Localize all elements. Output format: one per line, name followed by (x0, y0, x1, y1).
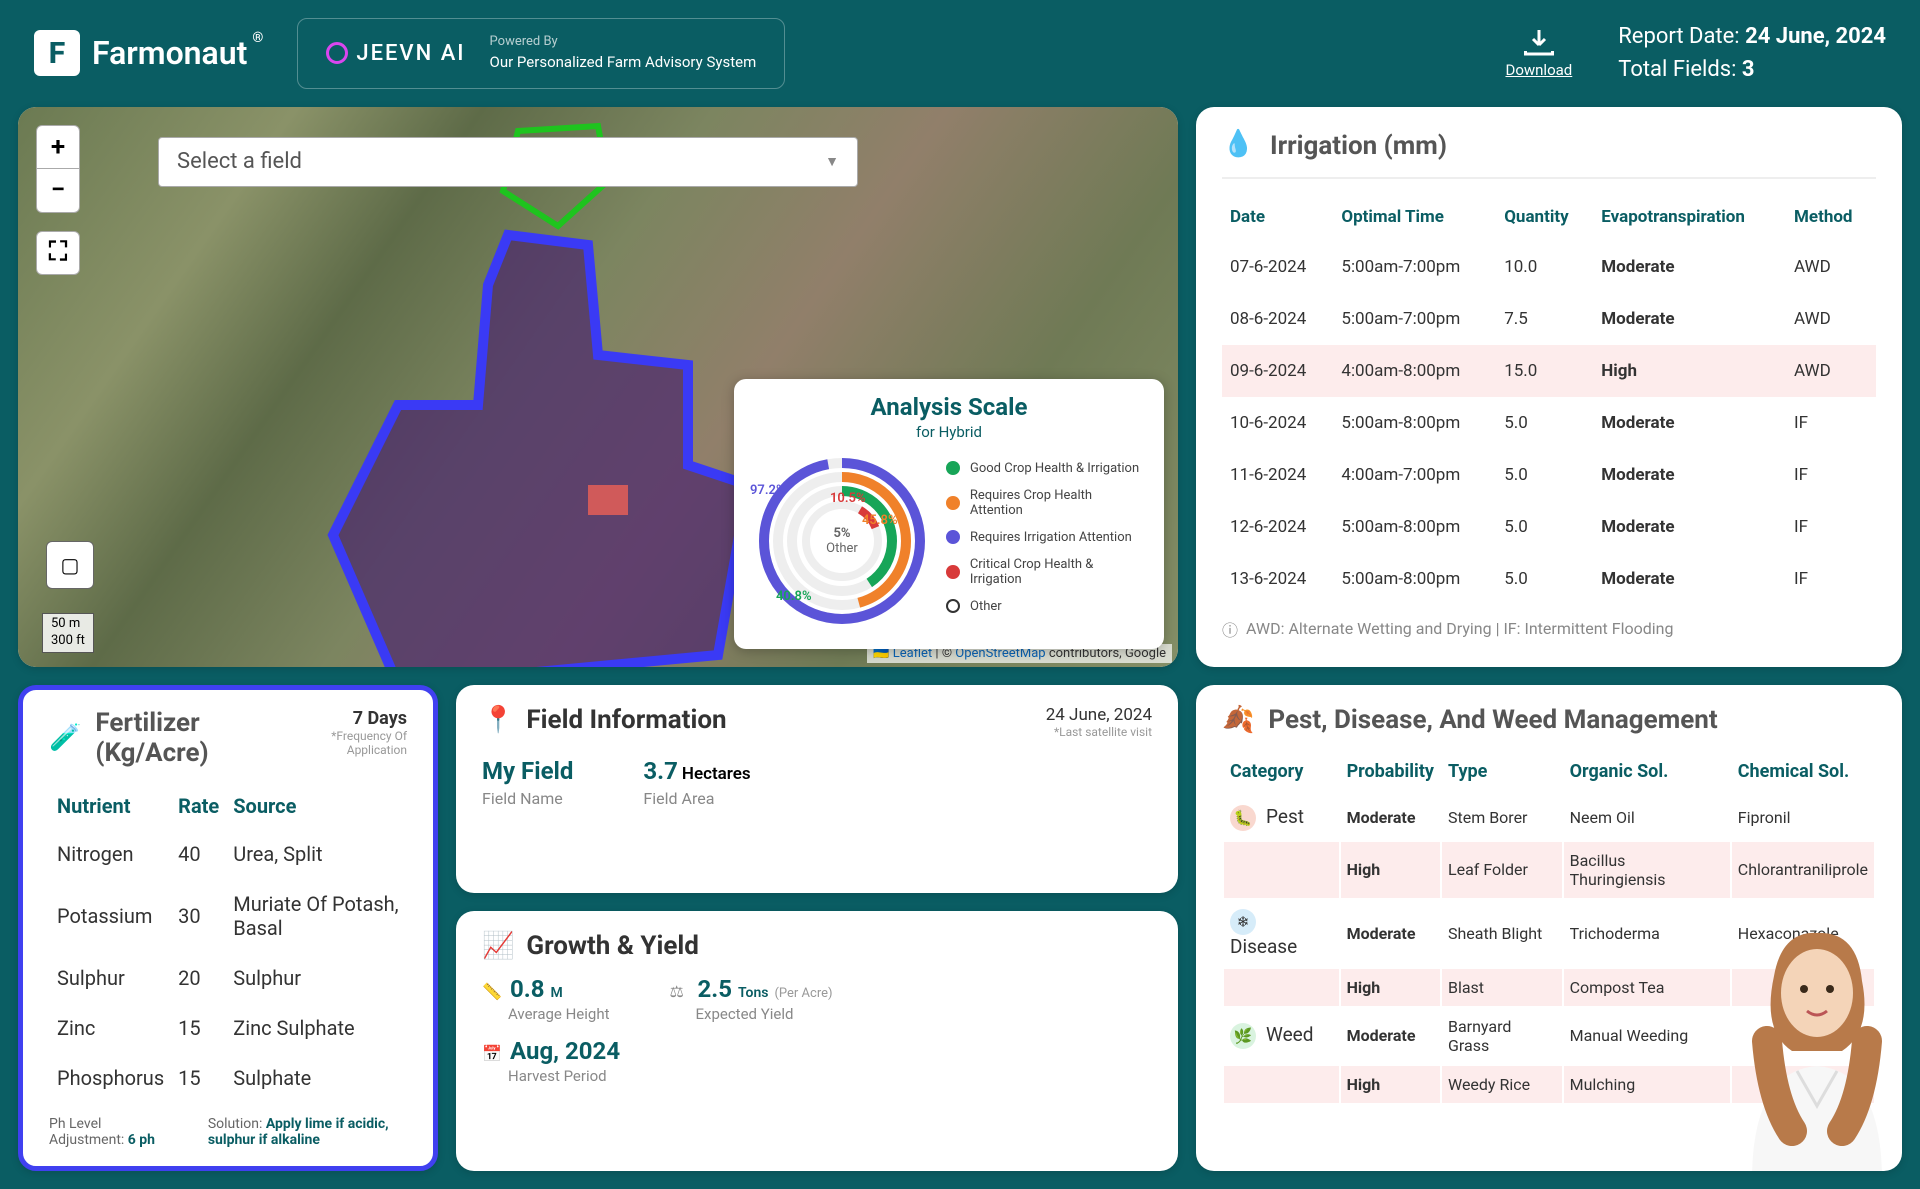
map-zoom-controls: + − ⛶ (36, 125, 80, 275)
table-row: 12-6-20245:00am-8:00pm5.0ModerateIF (1222, 501, 1876, 553)
legend-item: Good Crop Health & Irrigation (946, 461, 1146, 476)
map-panel[interactable]: + − ⛶ Select a field ▼ ▢ 50 m300 ft 🇺🇦 L… (18, 107, 1178, 667)
analysis-donut-chart: 5%Other 97.2% 10.5% 45.8% 40.8% (752, 451, 932, 631)
analysis-scale-popup: Analysis Scale for Hybrid 5%Other (734, 379, 1164, 649)
table-row: Potassium30Muriate Of Potash, Basal (51, 880, 405, 952)
analysis-title: Analysis Scale (752, 393, 1146, 421)
legend-item: Requires Crop Health Attention (946, 488, 1146, 518)
info-icon: ⓘ (1222, 617, 1238, 641)
analysis-subtitle: for Hybrid (752, 423, 1146, 441)
measure-tool-button[interactable]: ▢ (46, 541, 94, 589)
download-icon (1521, 27, 1557, 57)
field-polygon-primary[interactable] (308, 225, 768, 667)
zoom-in-button[interactable]: + (36, 125, 80, 169)
zoom-out-button[interactable]: − (36, 169, 80, 213)
field-information-panel: 📍Field Information 24 June, 2024*Last sa… (456, 685, 1178, 894)
location-pin-icon: 📍 (482, 705, 514, 735)
leaf-icon: 🍂 (1222, 705, 1254, 735)
brand-name: Farmonaut® (92, 34, 247, 72)
report-meta: Report Date: 24 June, 2024 Total Fields:… (1618, 20, 1886, 86)
jeevn-dot-icon (326, 42, 348, 64)
fertilizer-table: NutrientRateSource Nitrogen40Urea, Split… (49, 782, 407, 1104)
irrigation-icon: 💧 (1222, 129, 1256, 163)
growth-icon: 📈 (482, 931, 514, 961)
irrigation-title: Irrigation (mm) (1270, 131, 1447, 161)
map-scale-bar: 50 m300 ft (42, 613, 94, 653)
irrigation-table: DateOptimal TimeQuantityEvapotranspirati… (1222, 193, 1876, 605)
download-label: Download (1505, 61, 1572, 79)
jeevn-badge: JEEVN AI Powered By Our Personalized Far… (297, 18, 785, 89)
app-header: F Farmonaut® JEEVN AI Powered By Our Per… (0, 0, 1920, 107)
assistant-avatar (1722, 921, 1902, 1171)
growth-yield-panel: 📈Growth & Yield 📏0.8MAverage Height ⚖2.5… (456, 911, 1178, 1171)
legend-item: Critical Crop Health & Irrigation (946, 557, 1146, 587)
table-row: 07-6-20245:00am-7:00pm10.0ModerateAWD (1222, 241, 1876, 293)
table-row: 09-6-20244:00am-8:00pm15.0HighAWD (1222, 345, 1876, 397)
fertilizer-panel: 🧪Fertilizer (Kg/Acre) 7 Days*Frequency O… (18, 685, 438, 1171)
download-button[interactable]: Download (1505, 27, 1572, 79)
powered-by-text: Our Personalized Farm Advisory System (490, 52, 757, 74)
table-row: 10-6-20245:00am-8:00pm5.0ModerateIF (1222, 397, 1876, 449)
jeevn-logo: JEEVN AI (326, 41, 465, 66)
table-row: Zinc15Zinc Sulphate (51, 1004, 405, 1052)
irrigation-panel: 💧 Irrigation (mm) DateOptimal TimeQuantit… (1196, 107, 1902, 667)
chevron-down-icon: ▼ (825, 153, 839, 170)
table-row: Nitrogen40Urea, Split (51, 830, 405, 878)
field-select-placeholder: Select a field (177, 149, 302, 174)
table-row: 11-6-20244:00am-7:00pm5.0ModerateIF (1222, 449, 1876, 501)
table-row: 13-6-20245:00am-8:00pm5.0ModerateIF (1222, 553, 1876, 605)
table-row: HighLeaf FolderBacillus ThuringiensisChl… (1224, 842, 1874, 898)
brand-mark-icon: F (34, 30, 80, 76)
table-row: Sulphur20Sulphur (51, 954, 405, 1002)
table-row: 08-6-20245:00am-7:00pm7.5ModerateAWD (1222, 293, 1876, 345)
irrigation-footnote: ⓘAWD: Alternate Wetting and Drying | IF:… (1222, 617, 1876, 641)
ruler-icon: 📏 (482, 982, 504, 1001)
fullscreen-button[interactable]: ⛶ (36, 231, 80, 275)
powered-by-label: Powered By (490, 33, 757, 52)
yield-icon: ⚖ (669, 982, 691, 1001)
table-row: Phosphorus15Sulphate (51, 1054, 405, 1102)
legend-item: Requires Irrigation Attention (946, 530, 1146, 545)
brand-logo: F Farmonaut® (34, 30, 247, 76)
analysis-legend: Good Crop Health & Irrigation Requires Cr… (946, 461, 1146, 631)
legend-item: Other (946, 599, 1146, 614)
flask-icon: 🧪 (49, 723, 81, 753)
field-select-dropdown[interactable]: Select a field ▼ (158, 137, 858, 187)
calendar-icon: 📅 (482, 1044, 504, 1063)
pest-management-panel: 🍂Pest, Disease, And Weed Management Cate… (1196, 685, 1902, 1171)
table-row: 🐛PestModerateStem BorerNeem OilFipronil (1224, 796, 1874, 840)
